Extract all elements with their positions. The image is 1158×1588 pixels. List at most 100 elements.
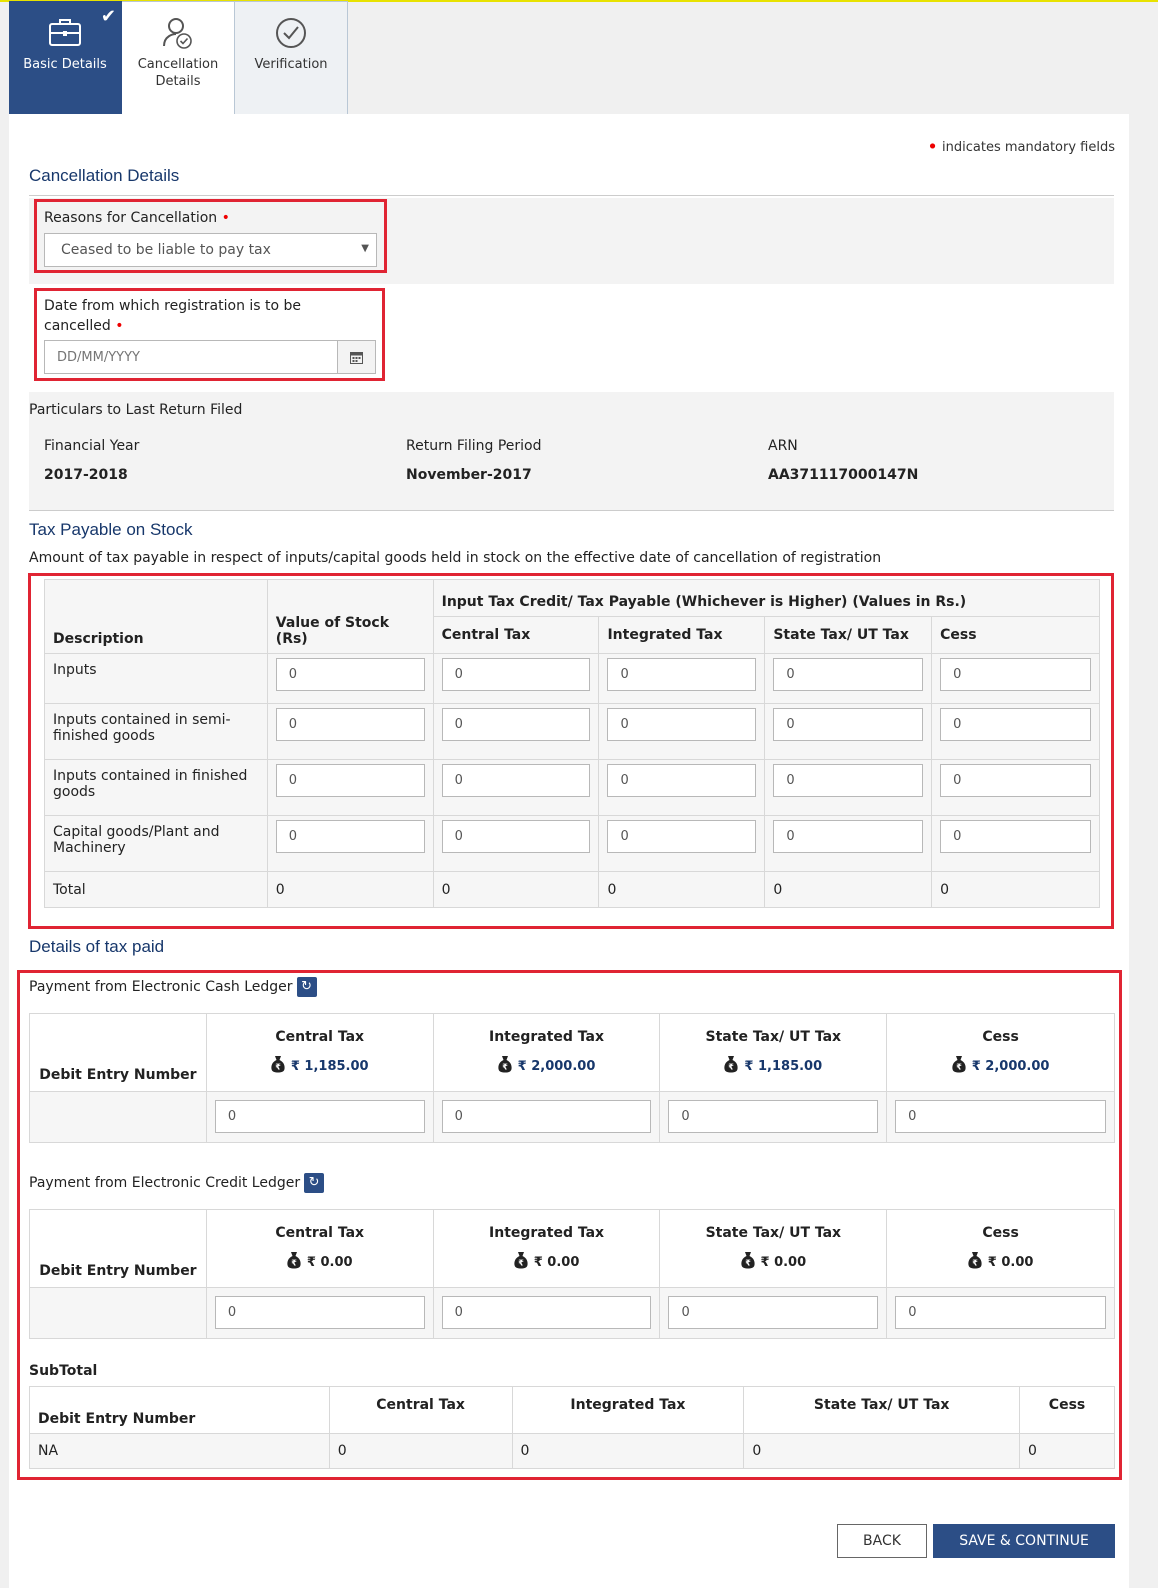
tab-label: Basic Details: [23, 57, 107, 72]
date-field-group: Date from which registration is to be ca…: [34, 288, 385, 381]
date-input[interactable]: [45, 341, 337, 373]
tax-paid-box: Payment from Electronic Cash Ledger ↻ Deb…: [17, 970, 1122, 1480]
reason-select[interactable]: Ceased to be liable to pay tax ▼: [44, 233, 377, 267]
cash-ledger-table: Debit Entry Number Central Tax ₹ ₹ 1,185.0…: [29, 1013, 1115, 1143]
tab-verification[interactable]: Verification: [235, 1, 348, 115]
svg-text:₹: ₹: [745, 1258, 751, 1267]
subtotal-cess-value: 0: [1019, 1433, 1115, 1469]
stock-input[interactable]: [441, 764, 591, 797]
svg-text:₹: ₹: [729, 1062, 735, 1071]
stock-input[interactable]: [607, 820, 757, 853]
stock-input[interactable]: [773, 764, 924, 797]
stock-input[interactable]: [773, 658, 924, 691]
money-bag-icon: ₹: [287, 1251, 301, 1273]
subtotal-col-cess: Cess: [1019, 1386, 1115, 1434]
svg-text:₹: ₹: [275, 1062, 281, 1071]
row-label: Capital goods/Plant and Machinery: [44, 815, 268, 872]
stock-input[interactable]: [773, 708, 924, 741]
total-value: 0: [266, 871, 434, 908]
credit-integrated-input[interactable]: [441, 1296, 652, 1329]
refresh-icon[interactable]: ↻: [304, 1173, 325, 1193]
col-cess: Cess: [931, 616, 1100, 654]
refresh-icon[interactable]: ↻: [296, 977, 317, 997]
stock-subtitle: Amount of tax payable in respect of inpu…: [29, 550, 882, 566]
table-row: NA 0 0 0 0: [29, 1433, 1115, 1469]
calendar-icon[interactable]: [337, 341, 375, 373]
money-bag-icon: ₹: [271, 1055, 285, 1077]
stock-input[interactable]: [275, 820, 425, 853]
stock-input[interactable]: [441, 658, 591, 691]
table-row: Inputs contained in semi-finished goods: [44, 703, 1100, 760]
row-label: Inputs: [44, 653, 268, 704]
credit-central-input[interactable]: [214, 1296, 425, 1329]
stock-input[interactable]: [940, 764, 1091, 797]
svg-text:₹: ₹: [502, 1062, 508, 1071]
save-continue-button[interactable]: SAVE & CONTINUE: [933, 1524, 1115, 1558]
stock-input[interactable]: [441, 708, 591, 741]
total-value: 0: [432, 871, 600, 908]
subtotal-state-value: 0: [743, 1433, 1021, 1469]
stock-input[interactable]: [275, 708, 425, 741]
wizard-tabs: ✔ Basic Details Cancellation Details Ver…: [9, 1, 348, 115]
total-value: 0: [598, 871, 766, 908]
table-row: Inputs contained in finished goods: [44, 759, 1100, 816]
arn-label: ARN: [768, 438, 798, 454]
fy-label: Financial Year: [44, 438, 140, 454]
stock-input[interactable]: [607, 764, 757, 797]
debit-entry-header: Debit Entry Number: [29, 1013, 207, 1092]
stock-input[interactable]: [940, 658, 1091, 691]
back-button[interactable]: BACK: [837, 1524, 927, 1558]
reason-label: Reasons for Cancellation •: [44, 210, 230, 226]
date-field: [44, 340, 376, 374]
arn-value: AA371117000147N: [768, 467, 919, 483]
debit-entry-cell: [29, 1091, 207, 1143]
stock-input[interactable]: [275, 764, 425, 797]
subtotal-debit-value: NA: [29, 1433, 330, 1469]
cash-central-input[interactable]: [214, 1100, 425, 1133]
mandatory-note: • indicates mandatory fields: [927, 136, 1115, 158]
cash-state-input[interactable]: [668, 1100, 879, 1133]
main-panel: • indicates mandatory fields Cancellatio…: [9, 114, 1129, 1588]
tax-paid-title: Details of tax paid: [29, 937, 165, 956]
col-central-tax: Central Tax: [432, 616, 600, 654]
period-value: November-2017: [406, 467, 532, 483]
tab-label: Verification: [254, 57, 328, 72]
credit-ledger-table: Debit Entry Number Central Tax ₹ ₹ 0.00 In…: [29, 1209, 1115, 1339]
date-label: Date from which registration is to be ca…: [44, 298, 302, 334]
credit-col-cess: Cess ₹ ₹ 0.00: [886, 1209, 1115, 1288]
stock-input[interactable]: [607, 658, 757, 691]
stock-input[interactable]: [275, 658, 425, 691]
reason-field-group: Reasons for Cancellation • Ceased to be …: [34, 199, 387, 273]
stock-input[interactable]: [607, 708, 757, 741]
svg-text:₹: ₹: [518, 1258, 524, 1267]
credit-col-state: State Tax/ UT Tax ₹ ₹ 0.00: [659, 1209, 888, 1288]
stock-input[interactable]: [773, 820, 924, 853]
period-label: Return Filing Period: [406, 438, 542, 454]
debit-entry-cell: [29, 1287, 207, 1339]
stock-input[interactable]: [940, 820, 1091, 853]
money-bag-icon: ₹: [740, 1251, 755, 1273]
table-row: Inputs: [44, 653, 1100, 704]
stock-input[interactable]: [940, 708, 1091, 741]
last-return-section: Particulars to Last Return Filed Financi…: [29, 392, 1114, 510]
svg-text:₹: ₹: [972, 1258, 978, 1267]
cash-cess-input[interactable]: [895, 1100, 1106, 1133]
cash-integrated-input[interactable]: [441, 1100, 652, 1133]
tab-basic-details[interactable]: ✔ Basic Details: [9, 1, 122, 115]
subtotal-title: SubTotal: [29, 1363, 98, 1379]
credit-cess-input[interactable]: [895, 1296, 1106, 1329]
table-row: [29, 1091, 1115, 1143]
subtotal-col-integrated: Integrated Tax: [511, 1386, 745, 1434]
tab-cancellation-details[interactable]: Cancellation Details: [122, 1, 235, 115]
chevron-down-icon: ▼: [361, 243, 369, 254]
credit-ledger-label: Payment from Electronic Credit Ledger ↻: [29, 1173, 325, 1193]
row-label: Inputs contained in finished goods: [44, 759, 268, 816]
stock-table-box: Description Value of Stock (Rs) Input Ta…: [28, 573, 1114, 929]
col-integrated-tax: Integrated Tax: [598, 616, 766, 654]
subtotal-col-central: Central Tax: [328, 1386, 513, 1434]
credit-state-input[interactable]: [668, 1296, 879, 1329]
svg-text:₹: ₹: [956, 1062, 962, 1071]
total-value: 0: [931, 871, 1100, 908]
stock-input[interactable]: [441, 820, 591, 853]
money-bag-icon: ₹: [952, 1055, 966, 1077]
